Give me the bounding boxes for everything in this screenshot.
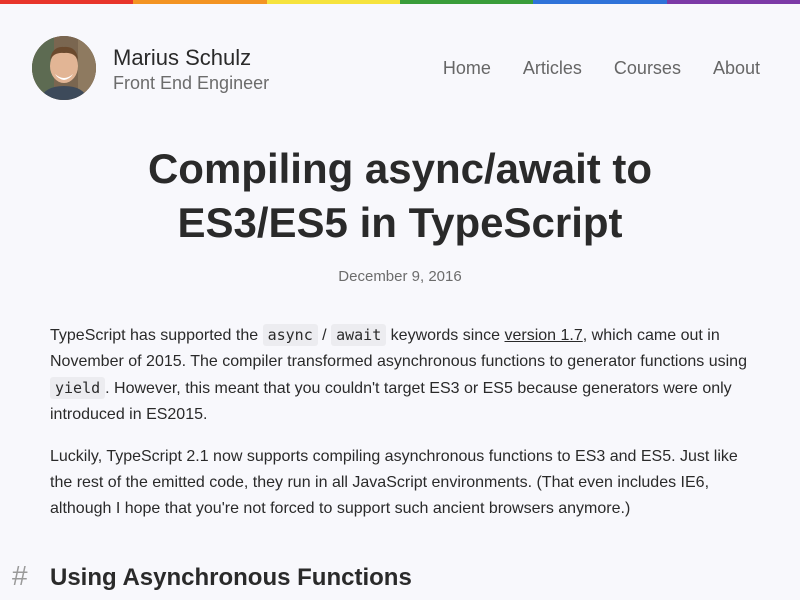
avatar[interactable]	[32, 36, 96, 100]
code-await: await	[331, 324, 387, 346]
nav-about[interactable]: About	[713, 56, 760, 80]
avatar-photo-icon	[32, 36, 96, 100]
version-link[interactable]: version 1.7	[505, 327, 583, 344]
main-nav: Home Articles Courses About	[411, 56, 760, 80]
nav-courses[interactable]: Courses	[614, 56, 681, 80]
article-body: TypeScript has supported the async / awa…	[50, 322, 760, 538]
rainbow-green	[399, 0, 534, 4]
rainbow-orange	[133, 0, 267, 4]
heading-anchor-hash[interactable]: #	[12, 560, 50, 592]
paragraph-2: Luckily, TypeScript 2.1 now supports com…	[50, 448, 738, 517]
article-title: Compiling async/await to ES3/ES5 in Type…	[0, 142, 800, 250]
p1-text-1: TypeScript has supported the	[50, 327, 263, 344]
heading-text: Using Asynchronous Functions	[50, 564, 412, 591]
paragraph-1: TypeScript has supported the async / awa…	[50, 322, 760, 428]
rainbow-purple	[666, 0, 800, 4]
p1-text-4: . However, this meant that you couldn't …	[50, 380, 732, 423]
rainbow-blue	[533, 0, 667, 4]
nav-articles[interactable]: Articles	[523, 56, 582, 80]
code-async: async	[262, 324, 318, 346]
title-line-2: ES3/ES5 in TypeScript	[177, 199, 623, 246]
p1-text-2: keywords since	[386, 327, 505, 344]
title-line-1: Compiling async/await to	[147, 145, 653, 192]
author-name[interactable]: Marius Schulz	[113, 44, 269, 72]
article-date: December 9, 2016	[338, 268, 462, 285]
code-yield: yield	[50, 377, 106, 399]
rainbow-red	[0, 0, 134, 4]
p1-slash: /	[317, 327, 332, 344]
section-heading: # Using Asynchronous Functions	[12, 560, 412, 596]
author-tagline: Front End Engineer	[113, 73, 270, 93]
nav-home[interactable]: Home	[443, 56, 491, 80]
site-header: Marius Schulz Front End Engineer Home Ar…	[32, 36, 768, 100]
rainbow-yellow	[266, 0, 400, 4]
rainbow-stripe	[0, 0, 800, 4]
